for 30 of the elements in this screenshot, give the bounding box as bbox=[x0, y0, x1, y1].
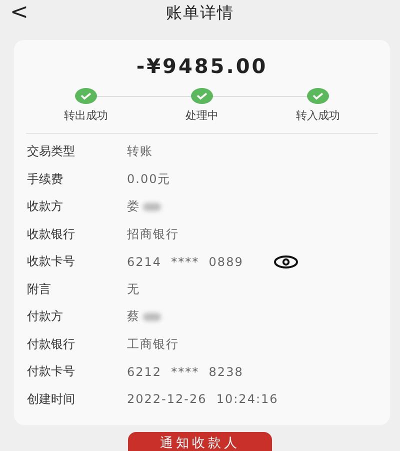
detail-value: 娄 bbox=[127, 198, 140, 216]
redaction-mark bbox=[143, 202, 161, 211]
detail-label: 付款方 bbox=[27, 308, 64, 326]
detail-value: 6214 **** 0889 bbox=[127, 254, 244, 269]
detail-value: 工商银行 bbox=[127, 336, 179, 353]
detail-value: 无 bbox=[127, 280, 140, 298]
amount: -¥9485.00 bbox=[135, 54, 269, 78]
notify-button[interactable]: 通知收款人 bbox=[128, 432, 272, 451]
detail-label: 收款方 bbox=[27, 198, 64, 216]
detail-label: 附言 bbox=[27, 280, 52, 298]
step-label: 转入成功 bbox=[296, 108, 340, 123]
redaction-mark bbox=[143, 312, 161, 321]
back-button[interactable]: < bbox=[10, 0, 28, 26]
detail-label: 付款银行 bbox=[27, 336, 76, 353]
detail-value: 2022-12-26 10:24:16 bbox=[127, 392, 278, 406]
detail-value: 转账 bbox=[127, 143, 153, 160]
detail-value: 蔡 bbox=[127, 308, 140, 326]
step-label: 处理中 bbox=[186, 108, 218, 123]
page-title: 账单详情 bbox=[166, 2, 234, 24]
detail-value: 6212 **** 8238 bbox=[127, 364, 244, 379]
step-label: 转出成功 bbox=[64, 108, 108, 123]
detail-label: 创建时间 bbox=[27, 390, 76, 408]
detail-label: 手续费 bbox=[27, 170, 64, 188]
eye-icon[interactable] bbox=[273, 254, 300, 269]
detail-label: 收款银行 bbox=[27, 226, 76, 243]
detail-value: 招商银行 bbox=[127, 226, 179, 243]
detail-value: 0.00元 bbox=[127, 170, 171, 188]
detail-label: 付款卡号 bbox=[27, 363, 76, 380]
detail-label: 收款卡号 bbox=[27, 253, 76, 270]
detail-label: 交易类型 bbox=[27, 143, 76, 160]
